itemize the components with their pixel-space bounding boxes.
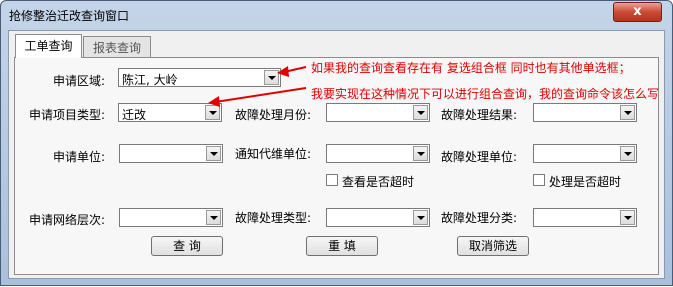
window-title: 抢修整治迁改查询窗口 [9,9,130,23]
chevron-down-icon[interactable] [206,210,221,225]
apply-unit-label: 申请单位: [53,150,106,164]
notify-unit-combo[interactable] [326,144,430,163]
net-level-combo[interactable] [119,208,223,227]
fault-month-label: 故障处理月份: [235,108,312,122]
check-timeout-label: 查看是否超时 [342,175,415,189]
chevron-down-icon[interactable] [413,146,428,161]
chevron-down-icon[interactable] [413,210,428,225]
project-type-value: 迁改 [122,108,147,122]
net-level-label: 申请网络层次: [29,213,106,227]
fault-class-label: 故障处理分类: [441,211,518,225]
tab-report-query[interactable]: 报表查询 [83,36,151,58]
fault-class-combo[interactable] [533,208,637,227]
tab-order-query-label: 工单查询 [24,39,73,53]
check-timeout-checkbox[interactable] [326,174,338,186]
process-timeout-checkbox[interactable] [533,174,545,186]
chevron-down-icon[interactable] [620,105,635,120]
project-type-combo[interactable]: 迁改 [118,103,222,122]
apply-region-combo[interactable]: 陈江, 大岭 [118,68,281,87]
annotation-line-2: 我要实现在这种情况下可以进行组合查询，我的查询命令该怎么写 [311,87,660,101]
tab-order-query[interactable]: 工单查询 [15,34,82,58]
chevron-down-icon[interactable] [264,70,279,85]
fault-unit-combo[interactable] [533,144,637,163]
apply-region-label: 申请区域: [53,74,106,88]
title-bar[interactable]: 抢修整治迁改查询窗口 x [1,1,672,29]
close-button[interactable]: x [613,2,662,22]
reset-button[interactable]: 重 填 [306,236,378,256]
fault-result-combo[interactable] [533,103,637,122]
chevron-down-icon[interactable] [206,146,221,161]
query-window: 抢修整治迁改查询窗口 x 工单查询 报表查询 申请区域: 陈江, 大岭 申请项目… [0,0,673,286]
fault-result-label: 故障处理结果: [441,108,518,122]
annotation-line-1: 如果我的查询查看存在有 复选组合框 同时也有其他单选框； [311,61,631,75]
chevron-down-icon[interactable] [620,146,635,161]
query-button[interactable]: 查 询 [151,236,223,256]
process-timeout-label: 处理是否超时 [549,175,622,189]
notify-unit-label: 通知代维单位: [235,147,312,161]
apply-unit-combo[interactable] [119,144,223,163]
fault-type-combo[interactable] [326,208,430,227]
cancel-filter-button[interactable]: 取消筛选 [457,236,529,256]
tab-report-query-label: 报表查询 [92,41,141,55]
chevron-down-icon[interactable] [205,105,220,120]
chevron-down-icon[interactable] [413,105,428,120]
project-type-label: 申请项目类型: [29,108,106,122]
chevron-down-icon[interactable] [620,210,635,225]
fault-unit-label: 故障处理单位: [441,150,518,164]
fault-type-label: 故障处理类型: [235,211,312,225]
apply-region-value: 陈江, 大岭 [122,73,178,87]
fault-month-combo[interactable] [326,103,430,122]
close-icon: x [633,4,642,19]
